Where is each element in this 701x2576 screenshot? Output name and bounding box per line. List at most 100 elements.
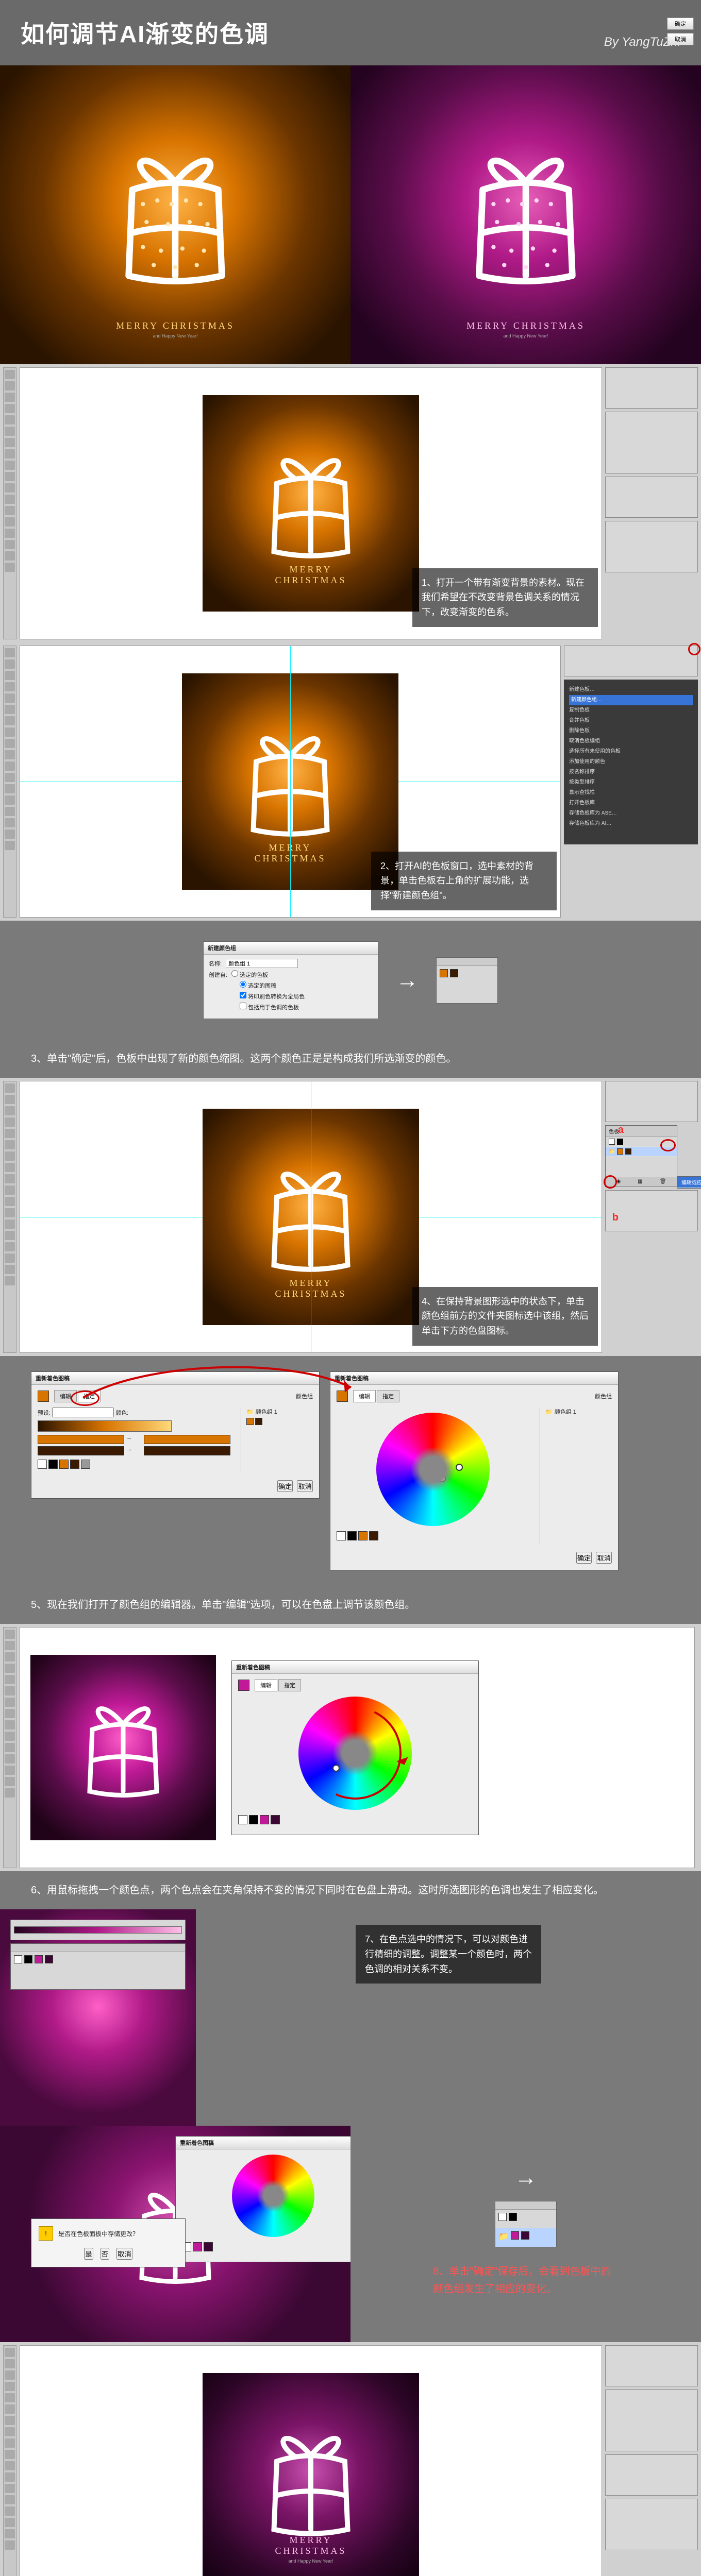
marker-a — [660, 1139, 676, 1151]
step8-right: → 📁 8、单击"确定"保存后，会看到色板中的颜色组发生了相应的变化。 — [350, 2126, 701, 2342]
merry-text-purple: MERRY CHRISTMAS and Happy New Year! — [466, 320, 585, 338]
folder-icon[interactable]: 📁 — [609, 1149, 615, 1155]
cancel-button[interactable]: 取消 — [596, 1552, 612, 1564]
step2-note: 2、打开AI的色板窗口，选中素材的背景，单击色板右上角的扩展功能，选择"新建颜色… — [371, 852, 557, 910]
color-handle-2[interactable] — [439, 1475, 446, 1482]
swatch-panel-result[interactable] — [436, 957, 498, 1004]
swatch-inline[interactable] — [10, 1943, 186, 1990]
ai-window-1: MERRY CHRISTMAS 1、打开一个带有渐变背景的素材。现在我们希望在不… — [0, 364, 701, 642]
active-color — [38, 1391, 49, 1402]
ai-toolbar[interactable] — [3, 2345, 16, 2576]
menu-item[interactable]: 存储色板库为 AI… — [569, 819, 693, 829]
menu-item-new-group[interactable]: 新建颜色组… — [569, 695, 693, 705]
menu-item[interactable]: 合并色板 — [569, 716, 693, 726]
ok-button[interactable]: 确定 — [576, 1552, 592, 1564]
recolor-dialog-6: 重新着色图稿 编辑指定 — [231, 1660, 479, 1835]
panel-color[interactable] — [605, 1081, 698, 1122]
color-wheel-6[interactable] — [298, 1697, 412, 1810]
yes-button[interactable]: 是 — [84, 2248, 93, 2260]
ai-window-6: 重新着色图稿 编辑指定 — [0, 1624, 701, 1871]
menu-item[interactable]: 按类型排序 — [569, 777, 693, 788]
drag-arrow — [296, 1693, 415, 1812]
folder-icon: 📁 — [498, 2231, 509, 2244]
panel-misc[interactable] — [605, 1190, 698, 1231]
color-handle-1[interactable] — [456, 1464, 463, 1471]
menu-item[interactable]: 新建色板… — [569, 685, 693, 695]
color-panel-inline[interactable] — [10, 1920, 186, 1940]
name-input[interactable] — [226, 959, 298, 968]
color-wheel[interactable] — [376, 1413, 490, 1526]
step7-note: 7、在色点选中的情况下，可以对颜色进行精细的调整。调整某一个颜色时，两个色调的相… — [356, 1925, 541, 1984]
preset-select[interactable] — [52, 1408, 114, 1417]
chk-tint[interactable]: 包括用于色调的色板 — [240, 1003, 299, 1011]
label-b: b — [612, 1212, 619, 1224]
ai-canvas-6[interactable]: 重新着色图稿 编辑指定 — [20, 1627, 695, 1868]
step-6: 重新着色图稿 编辑指定 — [0, 1624, 701, 1871]
step-8: 重新着色图稿 !是否在色板面板中存储更改？ 是 否 取消 → 📁 8、单击"确定… — [0, 2126, 701, 2342]
step-3: 新建颜色组 名称: 创建自: 选定的色板 选定的图稿 将印刷色转换为全局色 包括… — [0, 921, 701, 1040]
step5-caption: 5、现在我们打开了颜色组的编辑器。单击"编辑"选项，可以在色盘上调节该颜色组。 — [0, 1586, 701, 1624]
panel-stroke[interactable] — [605, 477, 698, 518]
ai-toolbar[interactable] — [3, 367, 16, 639]
cancel-button[interactable]: 取消 — [667, 33, 694, 45]
panel[interactable] — [605, 2454, 698, 2496]
color-wheel-8[interactable] — [232, 2155, 314, 2237]
menu-item[interactable]: 显示查找栏 — [569, 788, 693, 798]
color-handle-2[interactable] — [346, 1753, 353, 1760]
menu-item[interactable]: 删除色板 — [569, 726, 693, 736]
step-5: 重新着色图稿 编辑 指定 颜色组 预设: 颜色: → → 📁颜色组 1 — [0, 1356, 701, 1586]
ai-canvas-9[interactable]: MERRY CHRISTMASand Happy New Year! — [20, 2345, 602, 2576]
ok-button[interactable]: 确定 — [277, 1480, 293, 1492]
panel[interactable] — [605, 2389, 698, 2451]
panel-swatches[interactable] — [605, 412, 698, 473]
new-color-group-dialog: 新建颜色组 名称: 创建自: 选定的色板 选定的图稿 将印刷色转换为全局色 包括… — [203, 941, 378, 1019]
swatch-flyout-menu[interactable]: 新建色板… 新建颜色组… 复制色板 合并色板 删除色板 取消色板编组 选择所有未… — [564, 680, 698, 844]
panel-swatches-open[interactable] — [564, 646, 698, 676]
swatch-panel[interactable]: 色板 📁 ◉▦🗑 编辑或应用颜色组 — [605, 1125, 677, 1187]
panel-layers[interactable] — [605, 521, 698, 572]
ai-window-9: MERRY CHRISTMASand Happy New Year! — [0, 2342, 701, 2576]
no-button[interactable]: 否 — [101, 2248, 109, 2260]
radio-swatches[interactable]: 选定的色板 — [231, 970, 268, 979]
step6-caption: 6、用鼠标拖拽一个颜色点，两个色点会在夹角保持不变的情况下同时在色盘上滑动。这时… — [0, 1871, 701, 1909]
menu-item[interactable]: 复制色板 — [569, 705, 693, 716]
step-9: MERRY CHRISTMASand Happy New Year! — [0, 2342, 701, 2576]
menu-item[interactable]: 打开色板库 — [569, 798, 693, 808]
name-label: 名称: — [209, 959, 222, 968]
ai-toolbar[interactable] — [3, 646, 16, 918]
cancel-button[interactable]: 取消 — [297, 1480, 313, 1492]
gift-purple — [454, 132, 598, 297]
radio-artwork[interactable]: 选定的图稿 — [240, 981, 276, 990]
chk-global[interactable]: 将印刷色转换为全局色 — [240, 992, 305, 1001]
ai-toolbar[interactable] — [3, 1627, 16, 1868]
menu-item[interactable]: 按名称排序 — [569, 767, 693, 777]
header: 如何调节AI渐变的色调 By YangTuZhi — [0, 0, 701, 65]
menu-item[interactable]: 选择所有未使用的色板 — [569, 747, 693, 757]
confirm-text: 是否在色板面板中存储更改？ — [58, 2229, 139, 2238]
arrow-icon: → — [383, 968, 431, 993]
gift-orange — [103, 132, 247, 297]
menu-item[interactable]: 存储色板库为 ASE… — [569, 808, 693, 819]
step3-caption: 3、单击"确定"后，色板中出现了新的颜色缩图。这两个颜色正是是构成我们所选渐变的… — [0, 1040, 701, 1078]
menu-item[interactable]: 取消色板编组 — [569, 736, 693, 747]
ai-toolbar[interactable] — [3, 1081, 16, 1353]
menu-item[interactable]: 添加使用的颜色 — [569, 757, 693, 767]
label-a: a — [618, 1124, 624, 1136]
ok-button[interactable]: 确定 — [667, 18, 694, 30]
step-4: MERRY CHRISTMAS 色板 📁 ◉▦🗑 编辑或应用颜色组 a b 4、… — [0, 1078, 701, 1356]
panel-color[interactable] — [605, 367, 698, 409]
tooltip: 编辑或应用颜色组 — [677, 1176, 701, 1189]
swatch-result[interactable]: 📁 — [495, 2201, 557, 2247]
ai-window-2: MERRY CHRISTMAS 新建色板… 新建颜色组… 复制色板 合并色板 删… — [0, 642, 701, 921]
tab-edit[interactable]: 编辑 — [353, 1390, 376, 1402]
flyout-icon-highlight — [688, 643, 700, 655]
step1-note: 1、打开一个带有渐变背景的素材。现在我们希望在不改变背景色调关系的情况下，改变渐… — [412, 568, 598, 627]
recolor-dialog-8: 重新着色图稿 — [175, 2136, 371, 2262]
page-title: 如何调节AI渐变的色调 — [21, 15, 269, 49]
cancel-button[interactable]: 取消 — [116, 2248, 132, 2260]
hero-orange: MERRY CHRISTMAS and Happy New Year! — [0, 65, 350, 364]
tab-assign[interactable]: 指定 — [377, 1390, 399, 1402]
panel[interactable] — [605, 2499, 698, 2550]
panel[interactable] — [605, 2345, 698, 2386]
active-color — [337, 1391, 348, 1402]
